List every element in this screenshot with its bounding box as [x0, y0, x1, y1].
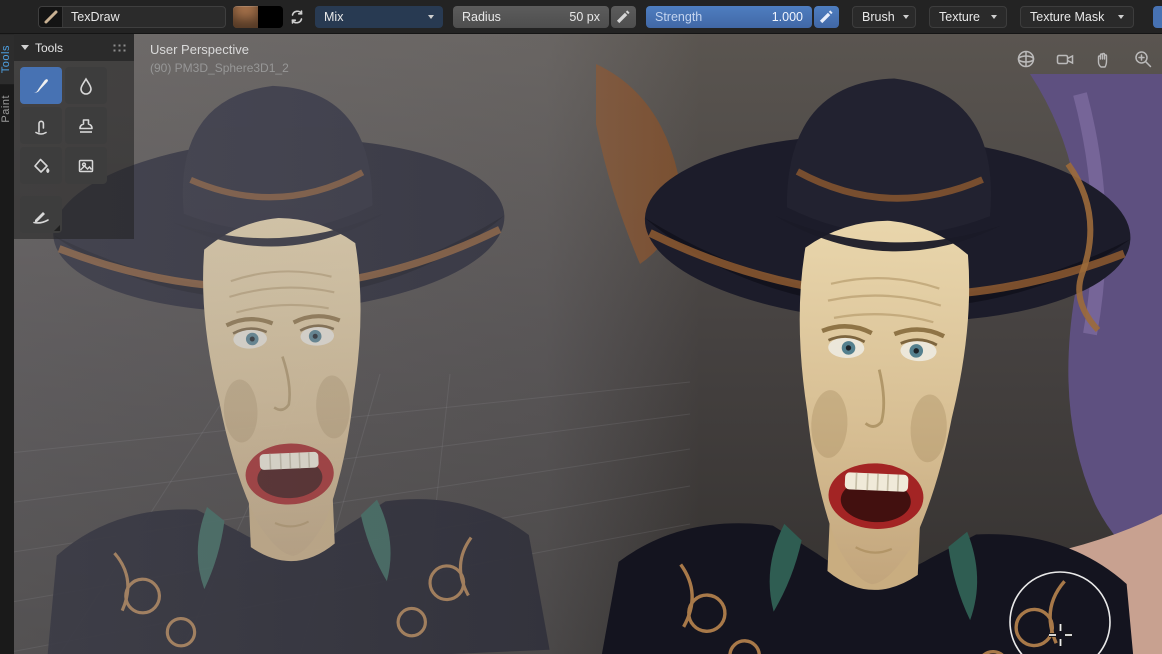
strength-slider[interactable]: Strength 1.000 — [646, 5, 812, 28]
smear-finger-icon — [35, 120, 47, 135]
3d-viewport-scene — [0, 34, 1162, 654]
tools-panel-header[interactable]: Tools — [14, 34, 134, 61]
active-object-label: (90) PM3D_Sphere3D1_2 — [150, 61, 289, 75]
tool-button-smear[interactable] — [20, 107, 62, 144]
orbit-icon[interactable] — [1013, 46, 1039, 72]
tools-panel: Tools — [14, 34, 134, 239]
sidebar-tab-paint[interactable]: Paint — [0, 84, 14, 134]
tool-button-draw[interactable] — [20, 67, 62, 104]
texture-mask-menu[interactable]: Texture Mask — [1020, 5, 1134, 28]
sidebar-tab-tools[interactable]: Tools — [0, 34, 14, 85]
stylus-pressure-icon — [819, 10, 833, 24]
soften-drop-icon — [80, 76, 92, 95]
tool-grid — [14, 61, 134, 239]
texture-paint-header: TexDraw Mix Radius 50 px Strength 1.000 — [0, 0, 1162, 34]
annotate-pen-icon — [33, 211, 49, 224]
radius-value: 50 px — [569, 9, 600, 24]
viewport-nav-gizmos — [1013, 46, 1156, 72]
mask-image-icon — [78, 159, 94, 172]
radius-pressure-toggle[interactable] — [611, 5, 636, 28]
blend-mode-dropdown[interactable]: Mix — [315, 5, 443, 28]
clipped-widget[interactable] — [1153, 6, 1162, 28]
zoom-icon[interactable] — [1130, 46, 1156, 72]
blend-mode-value: Mix — [324, 9, 344, 24]
brush-datablock-selector[interactable]: TexDraw — [38, 5, 226, 28]
tool-button-clone[interactable] — [65, 107, 107, 144]
tool-button-mask[interactable] — [65, 147, 107, 184]
texture-menu-label: Texture — [939, 9, 980, 24]
blender-texture-paint-window: User Perspective (90) PM3D_Sphere3D1_2 T… — [0, 0, 1162, 654]
stylus-pressure-icon — [616, 10, 630, 24]
texture-mask-menu-label: Texture Mask — [1030, 9, 1105, 24]
brush-menu-label: Brush — [862, 9, 895, 24]
draw-brush-icon — [34, 78, 48, 93]
sidebar-tab-strip: Tools Paint — [0, 34, 14, 654]
fill-bucket-icon — [34, 158, 50, 173]
tool-button-soften[interactable] — [65, 67, 107, 104]
texture-menu[interactable]: Texture — [929, 5, 1007, 28]
tools-panel-title: Tools — [35, 40, 64, 55]
strength-value: 1.000 — [771, 9, 803, 24]
tool-button-annotate[interactable] — [20, 196, 62, 233]
swap-colors-icon[interactable] — [283, 6, 311, 28]
brush-thumbnail-icon — [39, 6, 63, 27]
tool-button-fill[interactable] — [20, 147, 62, 184]
radius-label: Radius — [462, 9, 501, 24]
strength-label: Strength — [655, 9, 703, 24]
radius-slider[interactable]: Radius 50 px — [453, 5, 609, 28]
chevron-down-icon — [428, 14, 434, 19]
chevron-down-icon — [991, 14, 997, 19]
3d-viewport[interactable] — [0, 34, 1162, 654]
brush-menu[interactable]: Brush — [852, 5, 916, 28]
background-color-swatch[interactable] — [258, 5, 283, 28]
pan-hand-icon[interactable] — [1091, 46, 1117, 72]
strength-pressure-toggle[interactable] — [814, 5, 839, 28]
drag-handle-icon[interactable] — [112, 43, 127, 52]
camera-icon[interactable] — [1052, 46, 1078, 72]
foreground-color-swatch[interactable] — [233, 5, 258, 28]
chevron-down-icon — [902, 14, 909, 19]
collapse-triangle-icon — [21, 45, 29, 50]
chevron-down-icon — [1118, 14, 1124, 19]
view-perspective-label: User Perspective — [150, 42, 249, 57]
clone-stamp-icon — [79, 118, 93, 133]
brush-name-label: TexDraw — [71, 9, 120, 24]
